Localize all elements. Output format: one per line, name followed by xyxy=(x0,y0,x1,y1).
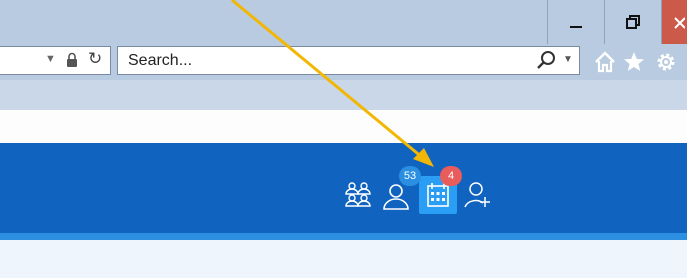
search-dropdown-icon[interactable]: ▼ xyxy=(563,54,573,65)
restore-icon xyxy=(626,15,640,29)
restore-button[interactable] xyxy=(604,0,661,44)
browser-title-bar xyxy=(0,0,687,44)
close-icon xyxy=(674,17,685,29)
add-user-icon[interactable] xyxy=(463,180,493,210)
settings-gear-icon[interactable] xyxy=(654,50,678,74)
lock-icon xyxy=(67,52,77,67)
close-button[interactable] xyxy=(661,0,687,44)
window-controls xyxy=(547,0,687,44)
search-input[interactable] xyxy=(126,50,520,72)
app-header-stripe xyxy=(0,233,687,240)
search-icon[interactable] xyxy=(536,50,556,70)
groups-icon[interactable] xyxy=(344,180,374,210)
calendar-count-badge: 4 xyxy=(440,166,462,186)
home-icon[interactable] xyxy=(593,50,617,74)
messages-count-badge: 53 xyxy=(399,166,421,186)
refresh-icon[interactable]: ↻ xyxy=(88,49,102,69)
page-content-area xyxy=(0,240,687,278)
address-bar[interactable]: ▼ ↻ xyxy=(0,46,111,75)
search-box[interactable]: ▼ xyxy=(117,46,580,75)
browser-nav-bar: ▼ ↻ ▼ xyxy=(0,44,687,80)
command-bar xyxy=(0,80,687,110)
favorites-star-icon[interactable] xyxy=(622,50,646,74)
page-top-strip xyxy=(0,110,687,143)
minimize-button[interactable] xyxy=(547,0,604,44)
minimize-icon xyxy=(570,26,582,28)
calendar-icon xyxy=(427,183,449,207)
dropdown-chevron-icon[interactable]: ▼ xyxy=(45,53,56,65)
